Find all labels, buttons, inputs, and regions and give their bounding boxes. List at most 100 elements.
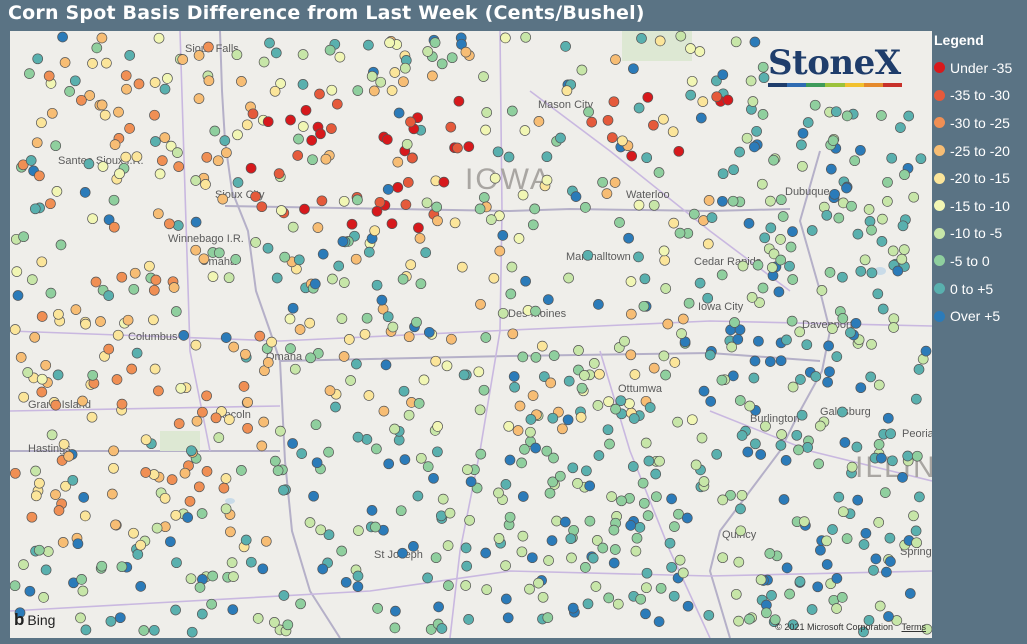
basis-point[interactable]: [757, 109, 769, 120]
basis-point[interactable]: [641, 567, 653, 579]
basis-point[interactable]: [108, 462, 119, 474]
basis-point[interactable]: [178, 330, 190, 341]
basis-point[interactable]: [427, 70, 438, 82]
basis-point[interactable]: [494, 245, 506, 257]
basis-point[interactable]: [30, 490, 42, 502]
basis-point[interactable]: [372, 603, 383, 614]
basis-point[interactable]: [296, 448, 308, 459]
basis-point[interactable]: [369, 225, 381, 237]
basis-point[interactable]: [184, 495, 196, 507]
basis-point[interactable]: [196, 608, 208, 620]
basis-point[interactable]: [606, 491, 617, 502]
basis-point[interactable]: [686, 75, 698, 87]
basis-point[interactable]: [413, 222, 424, 234]
basis-point[interactable]: [87, 369, 99, 381]
basis-point[interactable]: [737, 260, 749, 272]
basis-point[interactable]: [601, 188, 613, 199]
basis-point[interactable]: [525, 414, 537, 425]
basis-point[interactable]: [796, 409, 808, 421]
basis-point[interactable]: [122, 314, 134, 326]
basis-point[interactable]: [580, 202, 591, 213]
basis-point[interactable]: [129, 267, 141, 279]
basis-point[interactable]: [734, 146, 745, 158]
basis-point[interactable]: [421, 197, 433, 209]
basis-point[interactable]: [411, 316, 422, 328]
basis-point[interactable]: [683, 297, 695, 309]
basis-point[interactable]: [213, 247, 225, 259]
basis-point[interactable]: [164, 218, 175, 230]
basis-point[interactable]: [666, 561, 677, 573]
basis-point[interactable]: [422, 461, 434, 472]
basis-point[interactable]: [802, 442, 813, 453]
basis-point[interactable]: [681, 512, 693, 524]
legend-item[interactable]: Under -35: [934, 54, 1027, 82]
basis-point[interactable]: [816, 285, 828, 296]
basis-point[interactable]: [138, 625, 150, 636]
basis-point[interactable]: [223, 272, 235, 284]
basis-point[interactable]: [150, 274, 162, 286]
basis-point[interactable]: [55, 239, 67, 251]
basis-point[interactable]: [76, 94, 87, 106]
basis-point[interactable]: [744, 400, 756, 412]
basis-point[interactable]: [910, 525, 922, 537]
basis-point[interactable]: [444, 507, 456, 519]
basis-point[interactable]: [587, 552, 599, 564]
basis-point[interactable]: [159, 83, 171, 95]
basis-point[interactable]: [67, 474, 79, 486]
basis-point[interactable]: [266, 336, 277, 348]
basis-point[interactable]: [456, 261, 468, 273]
basis-point[interactable]: [555, 132, 566, 144]
basis-point[interactable]: [151, 522, 163, 534]
basis-point[interactable]: [140, 467, 152, 478]
basis-point[interactable]: [175, 382, 187, 394]
basis-point[interactable]: [735, 503, 746, 515]
basis-point[interactable]: [541, 151, 553, 163]
basis-point[interactable]: [509, 381, 520, 393]
basis-point[interactable]: [688, 208, 700, 220]
basis-point[interactable]: [333, 260, 345, 272]
basis-point[interactable]: [430, 552, 442, 564]
basis-point[interactable]: [527, 390, 539, 401]
basis-point[interactable]: [10, 324, 21, 335]
basis-point[interactable]: [315, 524, 327, 536]
basis-point[interactable]: [603, 592, 615, 604]
basis-point[interactable]: [149, 109, 160, 121]
basis-point[interactable]: [375, 76, 387, 88]
basis-point[interactable]: [812, 581, 824, 593]
basis-point[interactable]: [403, 409, 415, 421]
basis-point[interactable]: [45, 198, 56, 210]
basis-point[interactable]: [545, 377, 557, 389]
basis-point[interactable]: [775, 194, 787, 206]
basis-point[interactable]: [383, 458, 395, 470]
basis-point[interactable]: [386, 218, 398, 230]
basis-point[interactable]: [40, 359, 52, 371]
basis-point[interactable]: [666, 493, 677, 505]
basis-point[interactable]: [602, 424, 614, 436]
basis-point[interactable]: [506, 261, 518, 273]
basis-point[interactable]: [271, 272, 283, 284]
basis-point[interactable]: [415, 278, 427, 290]
basis-point[interactable]: [798, 516, 810, 527]
basis-point[interactable]: [542, 294, 554, 305]
basis-point[interactable]: [59, 57, 71, 68]
basis-point[interactable]: [392, 156, 404, 168]
basis-point[interactable]: [446, 52, 458, 64]
basis-point[interactable]: [206, 598, 217, 610]
basis-point[interactable]: [781, 562, 793, 574]
basis-point[interactable]: [245, 162, 257, 174]
basis-point[interactable]: [562, 414, 574, 426]
basis-point[interactable]: [193, 50, 205, 61]
basis-point[interactable]: [648, 199, 660, 211]
basis-point[interactable]: [570, 191, 582, 202]
basis-point[interactable]: [162, 73, 173, 84]
basis-point[interactable]: [669, 521, 680, 532]
basis-point[interactable]: [814, 420, 826, 432]
basis-point[interactable]: [402, 177, 414, 188]
basis-point[interactable]: [841, 110, 853, 122]
basis-point[interactable]: [504, 454, 516, 466]
basis-point[interactable]: [437, 493, 449, 505]
basis-point[interactable]: [366, 70, 378, 82]
basis-point[interactable]: [114, 612, 126, 624]
basis-point[interactable]: [882, 176, 893, 188]
basis-point[interactable]: [787, 381, 799, 393]
